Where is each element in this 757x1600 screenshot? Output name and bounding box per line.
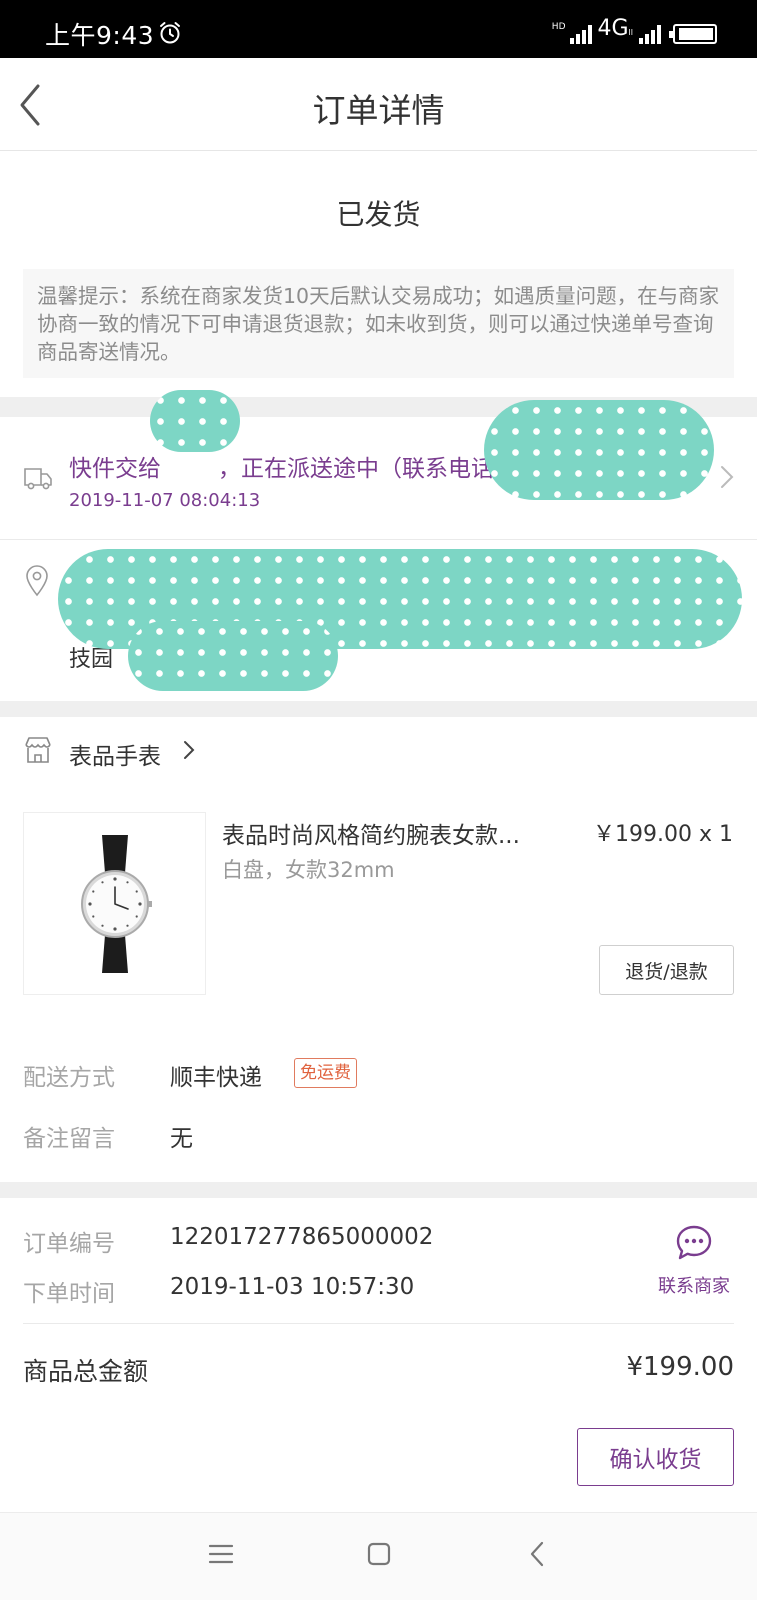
total-label: 商品总金额 <box>23 1357 149 1386</box>
chevron-right-icon <box>721 466 734 488</box>
remark-label: 备注留言 <box>23 1126 115 1152</box>
logistics-row[interactable]: 快件交给 ，正在派送途中（联系电话 2019-11-07 08:04:13 <box>0 390 757 540</box>
logistics-time: 2019-11-07 08:04:13 <box>69 490 261 511</box>
product-spec: 白盘，女款32mm <box>222 858 395 882</box>
alarm-clock-icon <box>160 22 180 44</box>
section-separator <box>0 701 757 717</box>
store-icon <box>25 737 51 763</box>
order-status: 已发货 <box>336 198 421 231</box>
delivery-label: 配送方式 <box>23 1065 115 1091</box>
chevron-right-icon <box>184 741 195 759</box>
home-icon[interactable] <box>366 1541 392 1567</box>
network-type: 4Gll <box>597 16 634 41</box>
privacy-mask <box>128 621 338 691</box>
watch-image <box>81 835 152 973</box>
back-icon[interactable] <box>528 1540 546 1568</box>
status-bar: 上午9:43 HD 4Gll <box>0 0 757 58</box>
system-nav-bar <box>0 1512 757 1600</box>
divider <box>23 1323 734 1324</box>
hd-label: HD <box>551 22 566 32</box>
status-icons: HD 4Gll <box>552 18 717 44</box>
order-time-label: 下单时间 <box>23 1281 115 1307</box>
order-number-value: 122017277865000002 <box>170 1224 434 1250</box>
free-shipping-badge: 免运费 <box>294 1058 357 1088</box>
chat-bubble-icon <box>676 1225 712 1260</box>
logistics-text: 快件交给 ，正在派送途中（联系电话 <box>69 456 494 482</box>
contact-merchant-label: 联系商家 <box>658 1276 730 1297</box>
product-name[interactable]: 表品时尚风格简约腕表女款... <box>222 816 520 850</box>
order-number-label: 订单编号 <box>23 1231 115 1257</box>
truck-icon <box>24 468 52 490</box>
menu-icon[interactable] <box>208 1542 234 1566</box>
location-pin-icon <box>26 565 48 597</box>
signal-icon-2 <box>639 24 661 44</box>
contact-merchant-button[interactable]: 联系商家 <box>654 1224 734 1298</box>
section-separator <box>0 1182 757 1198</box>
signal-icon <box>569 24 592 44</box>
total-value: ¥199.00 <box>626 1352 734 1382</box>
privacy-mask <box>150 390 240 452</box>
status-time: 上午9:43 <box>45 21 155 50</box>
shop-name: 表品手表 <box>69 744 161 770</box>
confirm-receipt-button[interactable]: 确认收货 <box>577 1428 734 1486</box>
product-image[interactable] <box>23 812 206 995</box>
order-time-value: 2019-11-03 10:57:30 <box>170 1274 415 1300</box>
remark-value: 无 <box>170 1126 193 1152</box>
page-title: 订单详情 <box>312 91 445 130</box>
address-row: 技园 <box>0 541 757 701</box>
nav-bar: 订单详情 <box>0 58 757 151</box>
shop-row[interactable]: 表品手表 <box>0 717 757 787</box>
product-price: ￥199.00 x 1 <box>593 822 733 847</box>
delivery-value: 顺丰快递 <box>170 1065 262 1091</box>
refund-button[interactable]: 退货/退款 <box>599 945 734 995</box>
battery-icon <box>669 24 717 44</box>
tip-notice: 温馨提示：系统在商家发货10天后默认交易成功；如遇质量问题，在与商家协商一致的情… <box>23 269 734 378</box>
privacy-mask <box>484 400 714 500</box>
